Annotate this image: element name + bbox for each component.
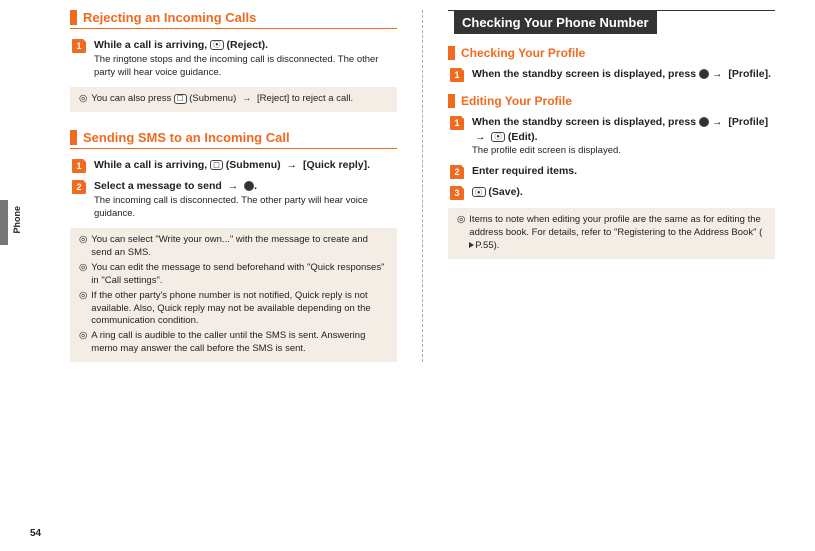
heading-phone-number-text: Checking Your Phone Number xyxy=(454,11,657,34)
note-mark-icon: ◎ xyxy=(457,214,465,252)
step-title: When the standby screen is displayed, pr… xyxy=(472,67,775,82)
step-title: While a call is arriving, ⦿ (Reject). xyxy=(94,38,397,53)
t: Select a message to send xyxy=(94,180,225,192)
t: When the standby screen is displayed, pr… xyxy=(472,116,699,128)
edit-step-2: 2 Enter required items. xyxy=(448,164,775,179)
t: (Save). xyxy=(486,186,523,198)
arrow-icon: → xyxy=(284,159,301,171)
step-badge: 1 xyxy=(72,159,86,173)
t: When the standby screen is displayed, pr… xyxy=(472,68,699,80)
step-sub: The profile edit screen is displayed. xyxy=(472,145,775,158)
center-key-icon xyxy=(699,117,709,127)
note-mark-icon: ◎ xyxy=(79,234,87,260)
sms-step-1: 1 While a call is arriving, ☐ (Submenu) … xyxy=(70,158,397,173)
page-content: Rejecting an Incoming Calls 1 While a ca… xyxy=(0,0,815,397)
step-title: ⦿ (Save). xyxy=(472,185,775,200)
page-number: 54 xyxy=(30,528,41,539)
heading-phone-number: Checking Your Phone Number xyxy=(448,10,775,34)
edit-step-3: 3 ⦿ (Save). xyxy=(448,185,775,200)
step-badge: 1 xyxy=(450,116,464,130)
note-box-sms: ◎You can select "Write your own..." with… xyxy=(70,228,397,361)
submenu-key-icon: ☐ xyxy=(174,94,187,104)
heading-check-profile: Checking Your Profile xyxy=(448,46,775,60)
t: While a call is arriving, xyxy=(94,39,210,51)
t: (Submenu) xyxy=(223,159,284,171)
step-sub: The ringtone stops and the incoming call… xyxy=(94,54,397,80)
t: [Profile] xyxy=(726,116,769,128)
t: P.55). xyxy=(475,240,499,251)
step-title: Enter required items. xyxy=(472,164,775,179)
arrow-icon: → xyxy=(472,131,489,143)
heading-rejecting-text: Rejecting an Incoming Calls xyxy=(83,10,256,25)
step-badge: 1 xyxy=(450,68,464,82)
step-badge: 2 xyxy=(450,165,464,179)
t: . xyxy=(254,180,257,192)
t: (Edit). xyxy=(505,131,538,143)
key-icon: ⦿ xyxy=(472,187,486,197)
heading-edit-profile: Editing Your Profile xyxy=(448,94,775,108)
arrow-icon: → xyxy=(709,68,726,80)
edit-step-1: 1 When the standby screen is displayed, … xyxy=(448,115,775,158)
note-mark-icon: ◎ xyxy=(79,262,87,288)
step-title: When the standby screen is displayed, pr… xyxy=(472,115,775,144)
note-text: You can edit the message to send beforeh… xyxy=(91,262,388,288)
note-mark-icon: ◎ xyxy=(79,290,87,328)
arrow-icon: → xyxy=(709,116,726,128)
t: You can also press xyxy=(91,93,174,104)
submenu-key-icon: ☐ xyxy=(210,160,223,170)
heading-sms: Sending SMS to an Incoming Call xyxy=(70,130,397,149)
note-box-profile: ◎ Items to note when editing your profil… xyxy=(448,208,775,258)
step-sub: The incoming call is disconnected. The o… xyxy=(94,195,397,221)
note-text: You can also press ☐ (Submenu) → [Reject… xyxy=(91,93,353,106)
step-badge: 2 xyxy=(72,180,86,194)
triangle-icon xyxy=(469,242,474,248)
center-key-icon xyxy=(244,181,254,191)
t: While a call is arriving, xyxy=(94,159,210,171)
arrow-icon: → xyxy=(225,180,242,192)
note-mark-icon: ◎ xyxy=(79,330,87,356)
heading-edit-profile-text: Editing Your Profile xyxy=(461,94,572,108)
check-step-1: 1 When the standby screen is displayed, … xyxy=(448,67,775,82)
note-box-reject: ◎ You can also press ☐ (Submenu) → [Reje… xyxy=(70,87,397,112)
step-title: While a call is arriving, ☐ (Submenu) → … xyxy=(94,158,397,173)
sms-step-2: 2 Select a message to send → . The incom… xyxy=(70,179,397,220)
key-icon: ⦿ xyxy=(491,132,505,142)
heading-check-profile-text: Checking Your Profile xyxy=(461,46,585,60)
heading-rejecting: Rejecting an Incoming Calls xyxy=(70,10,397,29)
t: Items to note when editing your profile … xyxy=(469,214,762,238)
t: [Quick reply]. xyxy=(300,159,370,171)
t: [Profile]. xyxy=(726,68,772,80)
step-title: Select a message to send → . xyxy=(94,179,397,194)
note-text: You can select "Write your own..." with … xyxy=(91,234,388,260)
left-column: Rejecting an Incoming Calls 1 While a ca… xyxy=(55,10,423,362)
note-text: Items to note when editing your profile … xyxy=(469,214,766,252)
side-label: Phone xyxy=(12,206,22,234)
right-column: Checking Your Phone Number Checking Your… xyxy=(423,10,790,362)
t: (Submenu) xyxy=(187,93,239,104)
note-text: If the other party's phone number is not… xyxy=(91,290,388,328)
note-mark-icon: ◎ xyxy=(79,93,87,106)
step-badge: 1 xyxy=(72,39,86,53)
side-tab xyxy=(0,200,8,245)
arrow-icon: → xyxy=(239,93,255,104)
t: [Reject] to reject a call. xyxy=(254,93,353,104)
reject-step-1: 1 While a call is arriving, ⦿ (Reject). … xyxy=(70,38,397,79)
heading-sms-text: Sending SMS to an Incoming Call xyxy=(83,130,290,145)
step-badge: 3 xyxy=(450,186,464,200)
note-text: A ring call is audible to the caller unt… xyxy=(91,330,388,356)
t: (Reject). xyxy=(224,39,268,51)
center-key-icon xyxy=(699,69,709,79)
key-icon: ⦿ xyxy=(210,40,224,50)
